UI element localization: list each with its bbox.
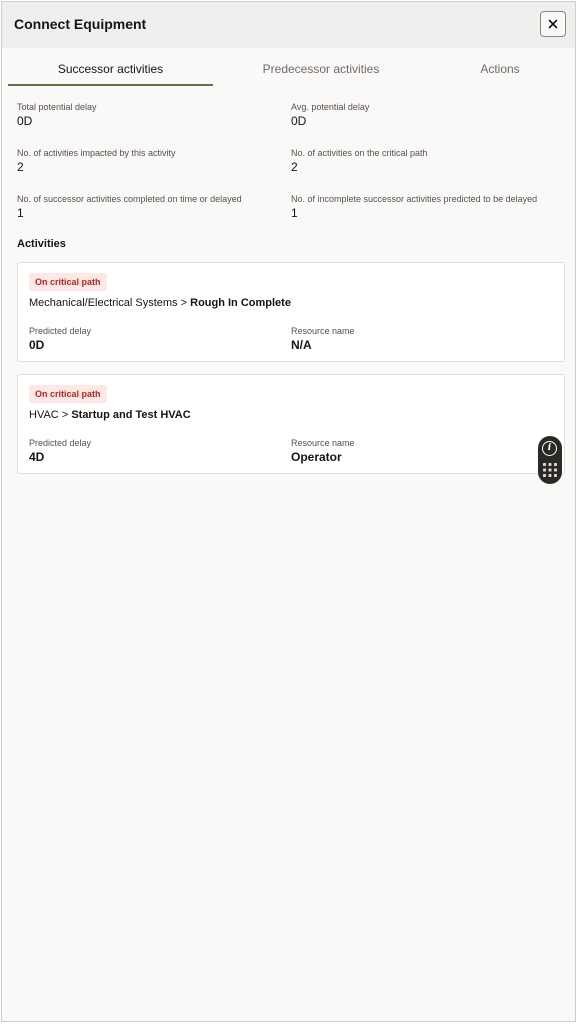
info-icon[interactable]: i xyxy=(542,441,557,456)
keypad-icon[interactable] xyxy=(543,463,557,477)
metric-label: Avg. potential delay xyxy=(291,102,370,112)
activity-card[interactable]: On critical path Mechanical/Electrical S… xyxy=(17,262,565,362)
metric-value: 2 xyxy=(17,160,24,174)
metric-label: No. of activities impacted by this activ… xyxy=(17,148,176,158)
activity-separator: > xyxy=(180,297,188,309)
metric-activities-critical-path: No. of activities on the critical path 2 xyxy=(291,147,428,174)
metric-value: 0D xyxy=(17,114,33,128)
metric-value: 1 xyxy=(291,206,298,220)
resource-name-field: Resource name Operator xyxy=(291,437,355,464)
resource-name-field: Resource name N/A xyxy=(291,325,355,352)
metric-label: No. of successor activities completed on… xyxy=(17,194,242,204)
metric-value: 2 xyxy=(291,160,298,174)
activity-group: Mechanical/Electrical Systems xyxy=(29,297,178,309)
metric-value: 1 xyxy=(17,206,24,220)
metric-successors-completed: No. of successor activities completed on… xyxy=(17,193,242,220)
predicted-delay-label: Predicted delay xyxy=(29,438,92,448)
predicted-delay-value: 4D xyxy=(29,450,45,464)
close-button[interactable] xyxy=(540,11,566,37)
activity-name: HVAC > Startup and Test HVAC xyxy=(29,409,191,421)
connect-equipment-dialog: Connect Equipment Successor activities P… xyxy=(1,1,576,1022)
metric-total-potential-delay: Total potential delay 0D xyxy=(17,101,97,128)
floating-help-toolbar[interactable]: i xyxy=(538,436,562,484)
activities-section-title: Activities xyxy=(17,238,66,250)
dialog-title: Connect Equipment xyxy=(14,16,147,32)
tab-actions[interactable]: Actions xyxy=(425,52,575,86)
predicted-delay-value: 0D xyxy=(29,338,45,352)
activity-group: HVAC xyxy=(29,409,59,421)
activity-title: Rough In Complete xyxy=(190,297,291,309)
resource-name-value: Operator xyxy=(291,450,342,464)
metric-activities-impacted: No. of activities impacted by this activ… xyxy=(17,147,176,174)
activity-name: Mechanical/Electrical Systems > Rough In… xyxy=(29,297,291,309)
predicted-delay-label: Predicted delay xyxy=(29,326,92,336)
dialog-header: Connect Equipment xyxy=(2,2,575,48)
resource-name-label: Resource name xyxy=(291,326,355,336)
activity-card[interactable]: On critical path HVAC > Startup and Test… xyxy=(17,374,565,474)
resource-name-value: N/A xyxy=(291,338,312,352)
predicted-delay-field: Predicted delay 4D xyxy=(29,437,91,464)
tab-predecessor-activities[interactable]: Predecessor activities xyxy=(217,52,425,86)
metric-avg-potential-delay: Avg. potential delay 0D xyxy=(291,101,369,128)
metric-label: No. of incomplete successor activities p… xyxy=(291,194,538,204)
metric-incomplete-predicted-delayed: No. of incomplete successor activities p… xyxy=(291,193,537,220)
critical-path-badge: On critical path xyxy=(29,273,107,291)
metric-label: Total potential delay xyxy=(17,102,97,112)
predicted-delay-field: Predicted delay 0D xyxy=(29,325,91,352)
metric-value: 0D xyxy=(291,114,307,128)
tab-successor-activities[interactable]: Successor activities xyxy=(8,52,213,86)
critical-path-badge: On critical path xyxy=(29,385,107,403)
activity-title: Startup and Test HVAC xyxy=(71,409,191,421)
resource-name-label: Resource name xyxy=(291,438,355,448)
activity-separator: > xyxy=(61,409,69,421)
close-icon xyxy=(548,19,558,29)
tab-bar: Successor activities Predecessor activit… xyxy=(8,52,570,86)
metric-label: No. of activities on the critical path xyxy=(291,148,428,158)
